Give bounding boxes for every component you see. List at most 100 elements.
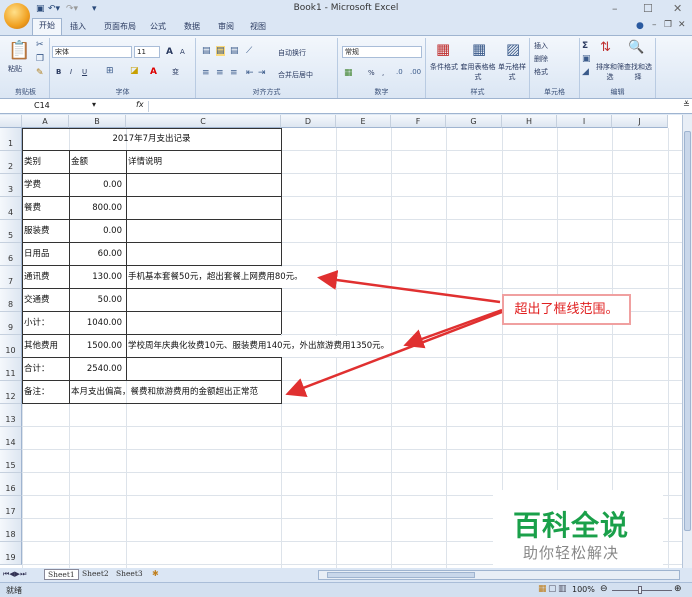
shrink-font-button[interactable]: A — [180, 48, 185, 56]
increase-decimal-icon[interactable]: .0 — [396, 68, 403, 76]
row-header-12[interactable]: 12 — [0, 381, 22, 404]
column-header-D[interactable]: D — [281, 115, 336, 128]
merge-center-button[interactable]: 合并后居中 — [278, 70, 313, 80]
horizontal-scrollbar[interactable] — [318, 570, 680, 580]
office-button[interactable] — [4, 3, 30, 29]
row-header-3[interactable]: 3 — [0, 174, 22, 197]
cell-style-button[interactable]: 单元格样式 — [498, 62, 526, 82]
fill-icon[interactable]: ▣ — [582, 54, 591, 64]
note-cell[interactable] — [126, 289, 281, 312]
row-header-19[interactable]: 19 — [0, 542, 22, 565]
name-box-dropdown-icon[interactable]: ▾ — [92, 100, 96, 109]
column-header-A[interactable]: A — [22, 115, 69, 128]
normal-view-icon[interactable]: ▦ — [538, 584, 547, 594]
comma-button[interactable]: , — [382, 69, 384, 77]
tab-review[interactable]: 审阅 — [212, 20, 240, 33]
currency-icon[interactable]: ▦ — [344, 68, 353, 78]
row-header-10[interactable]: 10 — [0, 335, 22, 358]
select-all-corner[interactable] — [0, 115, 22, 128]
row-header-15[interactable]: 15 — [0, 450, 22, 473]
help-icon[interactable]: ● — [636, 21, 644, 31]
align-middle-icon[interactable]: ▤ — [216, 46, 225, 56]
row-header-16[interactable]: 16 — [0, 473, 22, 496]
row-header-4[interactable]: 4 — [0, 197, 22, 220]
italic-button[interactable]: I — [70, 68, 72, 76]
note-cell[interactable] — [126, 220, 281, 243]
close-button[interactable]: ✕ — [673, 2, 682, 15]
page-break-view-icon[interactable]: ▥ — [558, 584, 567, 594]
column-header-I[interactable]: I — [557, 115, 612, 128]
underline-button[interactable]: U — [82, 68, 87, 76]
format-painter-icon[interactable]: ✎ — [36, 68, 44, 78]
row-header-18[interactable]: 18 — [0, 519, 22, 542]
row-header-9[interactable]: 9 — [0, 312, 22, 335]
amount-cell[interactable]: 2540.00 — [69, 358, 126, 381]
delete-cells-button[interactable]: 删除 — [534, 54, 548, 64]
sort-filter-icon[interactable]: ⇅ — [600, 40, 611, 55]
expand-formula-icon[interactable]: ≚ — [683, 100, 690, 109]
title-cell[interactable]: 2017年7月支出记录 — [22, 128, 281, 151]
category-cell[interactable]: 交通费 — [22, 289, 69, 312]
remark-label-cell[interactable]: 备注： — [22, 381, 69, 404]
formula-input[interactable] — [148, 101, 678, 112]
amount-cell[interactable]: 130.00 — [69, 266, 126, 289]
phonetic-button[interactable]: 变 — [172, 67, 179, 77]
amount-cell[interactable]: 1500.00 — [69, 335, 126, 358]
category-cell[interactable]: 合计： — [22, 358, 69, 381]
header-cell[interactable]: 类别 — [22, 151, 69, 174]
paste-button[interactable]: 粘贴 — [8, 64, 22, 74]
ribbon-restore-icon[interactable]: ❐ — [664, 20, 672, 30]
column-header-C[interactable]: C — [126, 115, 281, 128]
sheet-tab-sheet2[interactable]: Sheet2 — [82, 569, 109, 578]
category-cell[interactable]: 其他费用 — [22, 335, 69, 358]
row-header-17[interactable]: 17 — [0, 496, 22, 519]
orientation-icon[interactable]: ⟋ — [246, 46, 252, 56]
note-cell[interactable] — [126, 243, 281, 266]
amount-cell[interactable]: 50.00 — [69, 289, 126, 312]
zoom-slider[interactable] — [612, 590, 672, 591]
amount-cell[interactable]: 0.00 — [69, 220, 126, 243]
note-cell[interactable]: 学校周年庆典化妆费10元、服装费用140元，外出旅游费用1350元。 — [126, 336, 392, 357]
insert-function-button[interactable]: fx — [136, 100, 144, 109]
align-center-icon[interactable]: ≡ — [216, 68, 224, 78]
clear-icon[interactable]: ◢ — [582, 67, 589, 77]
decrease-decimal-icon[interactable]: .00 — [410, 68, 421, 76]
decrease-indent-icon[interactable]: ⇤ — [246, 68, 254, 78]
scroll-thumb[interactable] — [684, 131, 691, 531]
zoom-slider-thumb[interactable] — [638, 586, 642, 594]
row-header-6[interactable]: 6 — [0, 243, 22, 266]
remark-cell[interactable]: 本月支出偏高，餐费和旅游费用的金额超出正常范 — [69, 381, 281, 404]
ribbon-minimize-icon[interactable]: – — [652, 20, 657, 30]
border-icon[interactable]: ⊞ — [106, 66, 114, 76]
vertical-scrollbar[interactable] — [682, 115, 692, 568]
insert-sheet-icon[interactable]: ✱ — [152, 569, 159, 578]
header-cell[interactable]: 金额 — [69, 151, 126, 174]
redo-icon[interactable]: ↷▾ — [66, 4, 78, 14]
category-cell[interactable]: 日用品 — [22, 243, 69, 266]
row-header-11[interactable]: 11 — [0, 358, 22, 381]
conditional-format-button[interactable]: 条件格式 — [428, 62, 460, 72]
align-right-icon[interactable]: ≡ — [230, 68, 238, 78]
conditional-format-icon[interactable]: ▦ — [436, 40, 450, 58]
category-cell[interactable]: 服装费 — [22, 220, 69, 243]
amount-cell[interactable]: 1040.00 — [69, 312, 126, 335]
autosum-button[interactable]: Σ — [582, 41, 588, 51]
wrap-text-button[interactable]: 自动换行 — [278, 48, 306, 58]
number-format-select[interactable]: 常规 — [342, 46, 422, 58]
category-cell[interactable]: 学费 — [22, 174, 69, 197]
increase-indent-icon[interactable]: ⇥ — [258, 68, 266, 78]
column-header-B[interactable]: B — [69, 115, 126, 128]
cut-icon[interactable]: ✂ — [36, 40, 44, 50]
tab-page-layout[interactable]: 页面布局 — [98, 20, 142, 33]
row-header-14[interactable]: 14 — [0, 427, 22, 450]
row-header-1[interactable]: 1 — [0, 128, 22, 151]
format-cells-button[interactable]: 格式 — [534, 67, 548, 77]
maximize-button[interactable]: ☐ — [643, 2, 653, 15]
column-header-F[interactable]: F — [391, 115, 446, 128]
note-cell[interactable] — [126, 312, 281, 335]
align-top-icon[interactable]: ▤ — [202, 46, 211, 56]
tab-data[interactable]: 数据 — [178, 20, 206, 33]
sheet-tab-sheet1[interactable]: Sheet1 — [44, 569, 79, 580]
note-cell[interactable] — [126, 197, 281, 220]
bold-button[interactable]: B — [56, 68, 61, 76]
